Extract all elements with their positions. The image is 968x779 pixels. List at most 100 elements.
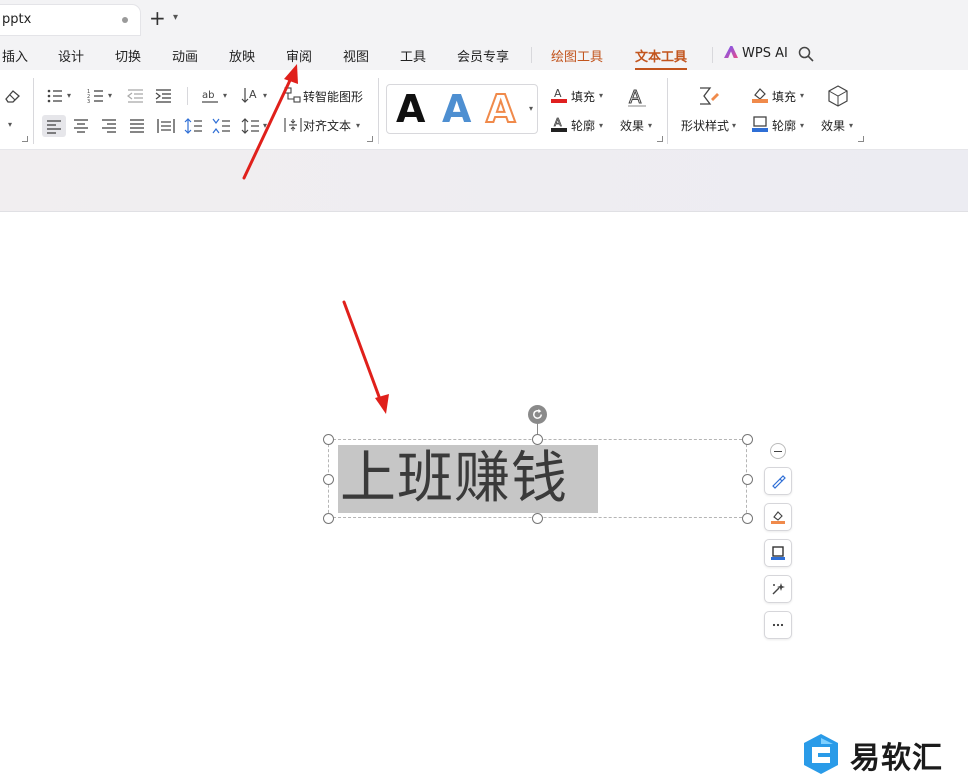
text-effects-icon[interactable]: A [625,84,649,109]
ribbon-band [0,150,968,212]
unsaved-dot-icon[interactable] [122,17,128,23]
wps-ai-button[interactable]: WPS AI [724,46,788,61]
dropdown-chevron-icon[interactable]: ▾ [67,91,71,100]
text-direction-icon[interactable]: ab [201,87,221,105]
paragraph-spacing-icon[interactable] [184,117,204,135]
resize-handle-left[interactable] [323,474,334,485]
dropdown-chevron-icon[interactable]: ▾ [849,121,853,130]
dropdown-chevron-icon[interactable]: ▾ [263,91,267,100]
smart-shape-icon[interactable] [283,86,303,104]
eraser-icon[interactable] [2,87,22,105]
group-launcher-icon[interactable] [367,136,373,142]
resize-handle-top-right[interactable] [742,434,753,445]
align-text-icon[interactable] [283,116,303,134]
resize-handle-top-left[interactable] [323,434,334,445]
dropdown-chevron-icon[interactable]: ▾ [263,121,267,130]
menu-drawing-tools[interactable]: 绘图工具 [551,46,603,65]
group-launcher-icon[interactable] [22,136,28,142]
shape-fill-icon[interactable] [751,86,771,104]
shape-fill-label[interactable]: 填充 [772,88,796,105]
menu-transition[interactable]: 切换 [115,46,141,65]
textbox-text[interactable]: 上班赚钱 [340,443,568,515]
shape-outline-icon[interactable] [764,539,792,567]
text-outline-label[interactable]: 轮廓 [571,117,595,134]
text-effects-label[interactable]: 效果 [620,117,644,134]
text-fill-icon[interactable]: A [550,86,570,104]
menu-bar: 插入 设计 切换 动画 放映 审阅 视图 工具 会员专享 绘图工具 文本工具 W… [0,40,968,70]
menu-review[interactable]: 审阅 [286,46,312,65]
increase-indent-icon[interactable] [154,87,174,105]
wordart-style-black[interactable]: A [396,87,425,131]
dropdown-chevron-icon[interactable]: ▾ [599,121,603,130]
ribbon-separator [187,87,188,105]
reduce-spacing-icon[interactable] [212,117,232,135]
justify-icon[interactable] [127,117,147,135]
distribute-icon[interactable] [156,117,176,135]
resize-handle-bottom-left[interactable] [323,513,334,524]
numbered-list-icon[interactable]: 123 [87,87,107,105]
search-icon[interactable] [797,45,815,63]
align-center-icon[interactable] [71,117,91,135]
text-outline-icon[interactable]: A [550,115,570,133]
wordart-style-orange-outline[interactable]: A [485,86,516,132]
gallery-expand-chevron-icon[interactable]: ▾ [529,104,533,113]
align-right-icon[interactable] [99,117,119,135]
text-orientation-icon[interactable]: A [241,86,261,104]
group-launcher-icon[interactable] [858,136,864,142]
resize-handle-right[interactable] [742,474,753,485]
fill-bucket-icon[interactable] [764,503,792,531]
dropdown-chevron-icon[interactable]: ▾ [599,91,603,100]
group-launcher-icon[interactable] [657,136,663,142]
resize-handle-bottom-right[interactable] [742,513,753,524]
smart-shape-label[interactable]: 转智能图形 [303,88,363,105]
shape-outline-icon[interactable] [751,115,771,133]
watermark-text: 易软汇 [850,741,943,776]
menu-separator [531,47,532,63]
shape-effects-label[interactable]: 效果 [821,117,845,134]
tab-list-chevron-icon[interactable]: ▾ [173,12,178,23]
shape-outline-label[interactable]: 轮廓 [772,117,796,134]
document-tab[interactable]: pptx [0,5,140,35]
menu-view[interactable]: 视图 [343,46,369,65]
new-tab-plus-icon[interactable]: + [149,8,166,28]
wps-ai-label: WPS AI [742,46,788,61]
resize-handle-top[interactable] [532,434,543,445]
format-brush-icon[interactable] [764,467,792,495]
dropdown-chevron-icon[interactable]: ▾ [108,91,112,100]
wordart-style-blue[interactable]: A [442,87,471,131]
more-options-icon[interactable] [764,611,792,639]
text-fill-label[interactable]: 填充 [571,88,595,105]
menu-design[interactable]: 设计 [58,46,84,65]
svg-text:3: 3 [87,99,90,105]
bullet-list-icon[interactable] [46,87,66,105]
collapse-toolbar-icon[interactable] [770,443,786,459]
dropdown-chevron-icon[interactable]: ▾ [800,121,804,130]
dropdown-chevron-icon[interactable]: ▾ [223,91,227,100]
dropdown-chevron-icon[interactable]: ▾ [732,121,736,130]
menu-member[interactable]: 会员专享 [457,46,509,65]
shape-effects-icon[interactable] [826,84,850,108]
sparkle-effects-icon[interactable] [764,575,792,603]
dropdown-chevron-icon[interactable]: ▾ [8,120,12,129]
menu-insert[interactable]: 插入 [2,46,28,65]
watermark-logo-icon [804,734,838,774]
svg-text:A: A [249,88,257,101]
decrease-indent-icon[interactable] [126,87,146,105]
ribbon-separator [33,78,34,144]
shape-style-label[interactable]: 形状样式 [681,117,729,134]
svg-text:ab: ab [202,90,214,101]
line-spacing-icon[interactable] [241,117,261,135]
menu-animation[interactable]: 动画 [172,46,198,65]
dropdown-chevron-icon[interactable]: ▾ [356,121,360,130]
menu-text-tools[interactable]: 文本工具 [635,46,688,70]
align-left-icon[interactable] [42,115,66,137]
menu-slideshow[interactable]: 放映 [229,46,255,65]
resize-handle-bottom[interactable] [532,513,543,524]
wordart-style-gallery[interactable]: A A A [386,84,538,134]
menu-tools[interactable]: 工具 [400,46,426,65]
align-text-label[interactable]: 对齐文本 [303,117,351,134]
rotate-handle-icon[interactable] [528,405,547,424]
dropdown-chevron-icon[interactable]: ▾ [648,121,652,130]
shape-style-icon[interactable] [696,84,720,108]
dropdown-chevron-icon[interactable]: ▾ [800,91,804,100]
